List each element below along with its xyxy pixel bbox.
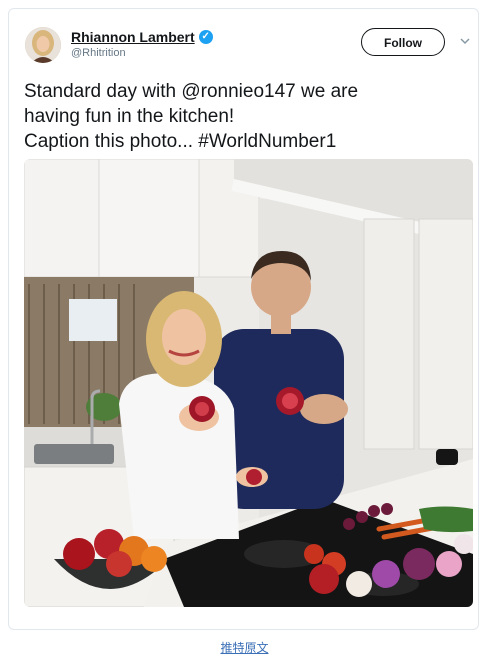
- verified-badge-icon: ✓: [198, 30, 213, 44]
- tweet-card: Rhiannon Lambert ✓ @Rhitrition Follow St…: [8, 8, 479, 630]
- tweet-photo[interactable]: [24, 159, 473, 607]
- author-name-row: Rhiannon Lambert ✓: [71, 29, 213, 45]
- author-handle[interactable]: @Rhitrition: [71, 47, 126, 59]
- tweet-text: Standard day with @ronnieo147 we are hav…: [24, 79, 469, 154]
- kitchen-photo: [24, 159, 473, 607]
- follow-button[interactable]: Follow: [361, 28, 445, 56]
- tweet-text-line: Caption this photo... #WorldNumber1: [24, 131, 337, 152]
- original-tweet-link[interactable]: 推特原文: [0, 639, 489, 656]
- author-name[interactable]: Rhiannon Lambert: [71, 29, 195, 45]
- author-avatar[interactable]: [25, 27, 61, 63]
- chevron-down-icon[interactable]: [459, 35, 471, 47]
- tweet-text-line: Standard day with @ronnieo147 we are: [24, 81, 359, 102]
- avatar-image: [25, 27, 61, 63]
- tweet-text-line: having fun in the kitchen!: [24, 106, 235, 127]
